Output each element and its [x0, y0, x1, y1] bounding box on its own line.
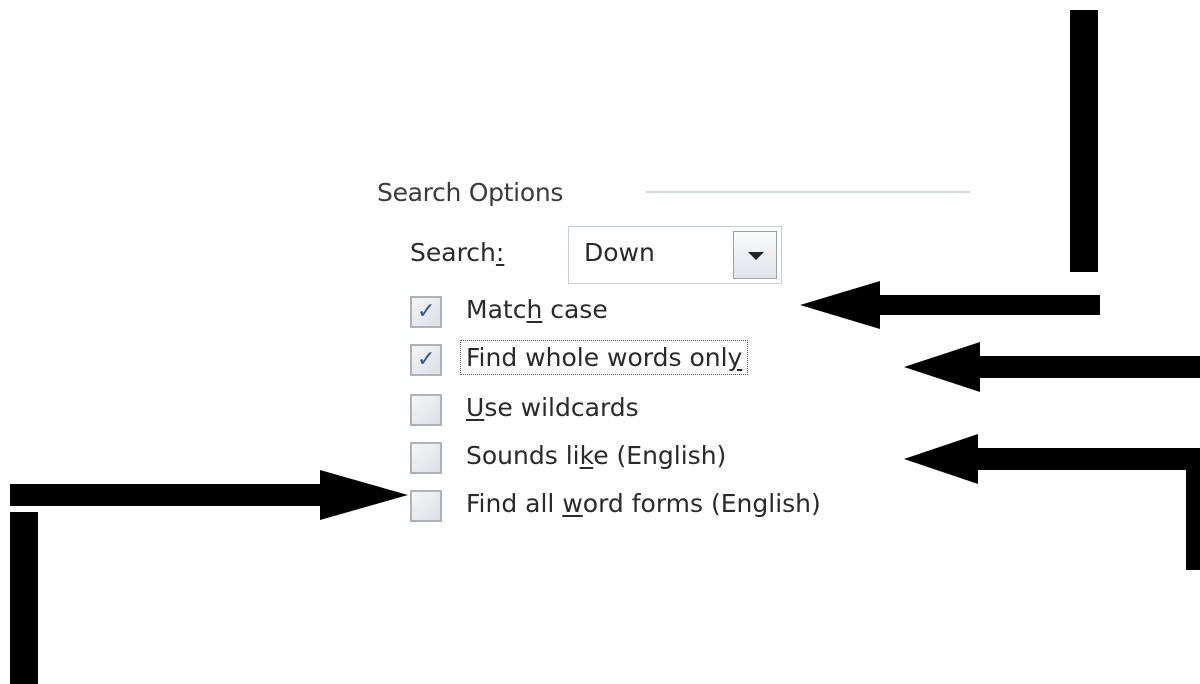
- arrow-1-horizontal: [878, 295, 1100, 315]
- arrow-4-horizontal: [10, 484, 322, 506]
- find-all-word-forms-label[interactable]: Find all word forms (English): [466, 489, 821, 518]
- arrow-1-vertical: [1070, 10, 1098, 272]
- match-case-label[interactable]: Match case: [466, 295, 608, 324]
- sounds-like-label[interactable]: Sounds like (English): [466, 441, 726, 470]
- find-whole-words-checkbox[interactable]: ✓: [410, 344, 442, 376]
- use-wildcards-label[interactable]: Use wildcards: [466, 393, 639, 422]
- sounds-like-checkbox[interactable]: [410, 442, 442, 474]
- search-direction-label: Search:: [410, 238, 504, 267]
- use-wildcards-checkbox[interactable]: [410, 394, 442, 426]
- arrow-1-head-icon: [800, 281, 880, 329]
- arrow-4-head-icon: [320, 470, 408, 520]
- checkmark-icon: ✓: [417, 347, 436, 372]
- arrow-3-vertical: [1186, 448, 1200, 570]
- search-label-mnemonic: :: [495, 238, 505, 267]
- match-case-checkbox[interactable]: ✓: [410, 296, 442, 328]
- arrow-3-horizontal: [976, 448, 1200, 470]
- section-title: Search Options: [377, 178, 564, 207]
- checkmark-icon: ✓: [417, 299, 436, 324]
- arrow-3-head-icon: [904, 434, 978, 484]
- arrow-4-vertical: [10, 512, 38, 684]
- arrow-2-horizontal: [978, 356, 1200, 378]
- find-all-word-forms-checkbox[interactable]: [410, 490, 442, 522]
- section-divider: [646, 191, 970, 193]
- search-direction-select[interactable]: Down: [568, 226, 782, 284]
- dropdown-button[interactable]: [733, 231, 777, 279]
- search-label-text: Search: [410, 238, 496, 267]
- search-direction-value: Down: [584, 238, 655, 267]
- find-whole-words-label[interactable]: Find whole words only: [459, 340, 749, 375]
- chevron-down-icon: [748, 252, 764, 260]
- arrow-2-head-icon: [904, 342, 980, 392]
